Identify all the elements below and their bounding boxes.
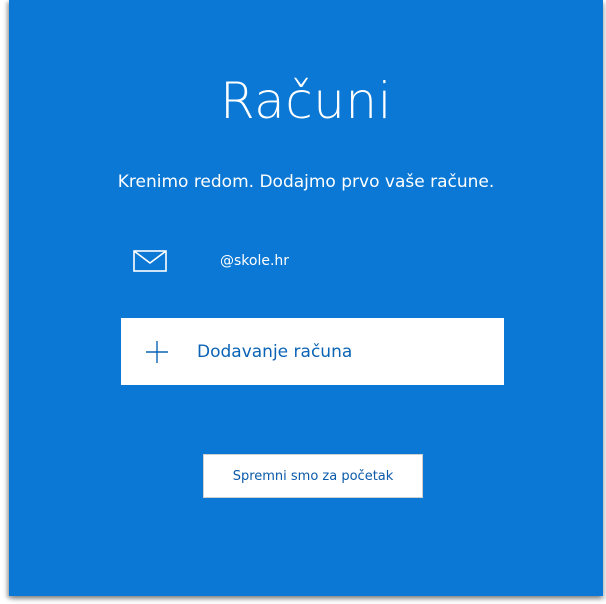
add-account-button[interactable]: Dodavanje računa bbox=[121, 318, 504, 385]
mail-icon bbox=[133, 250, 167, 272]
accounts-window: Računi Krenimo redom. Dodajmo prvo vaše … bbox=[9, 0, 603, 596]
ready-to-start-button[interactable]: Spremni smo za početak bbox=[203, 454, 423, 498]
plus-icon bbox=[145, 340, 169, 364]
page-subtitle: Krenimo redom. Dodajmo prvo vaše račune. bbox=[117, 172, 495, 192]
screen: Računi Krenimo redom. Dodajmo prvo vaše … bbox=[0, 0, 606, 604]
page-title: Računi bbox=[219, 72, 393, 130]
account-email: @skole.hr bbox=[220, 253, 290, 269]
account-item[interactable]: @skole.hr bbox=[133, 244, 289, 278]
add-account-label: Dodavanje računa bbox=[197, 341, 353, 362]
